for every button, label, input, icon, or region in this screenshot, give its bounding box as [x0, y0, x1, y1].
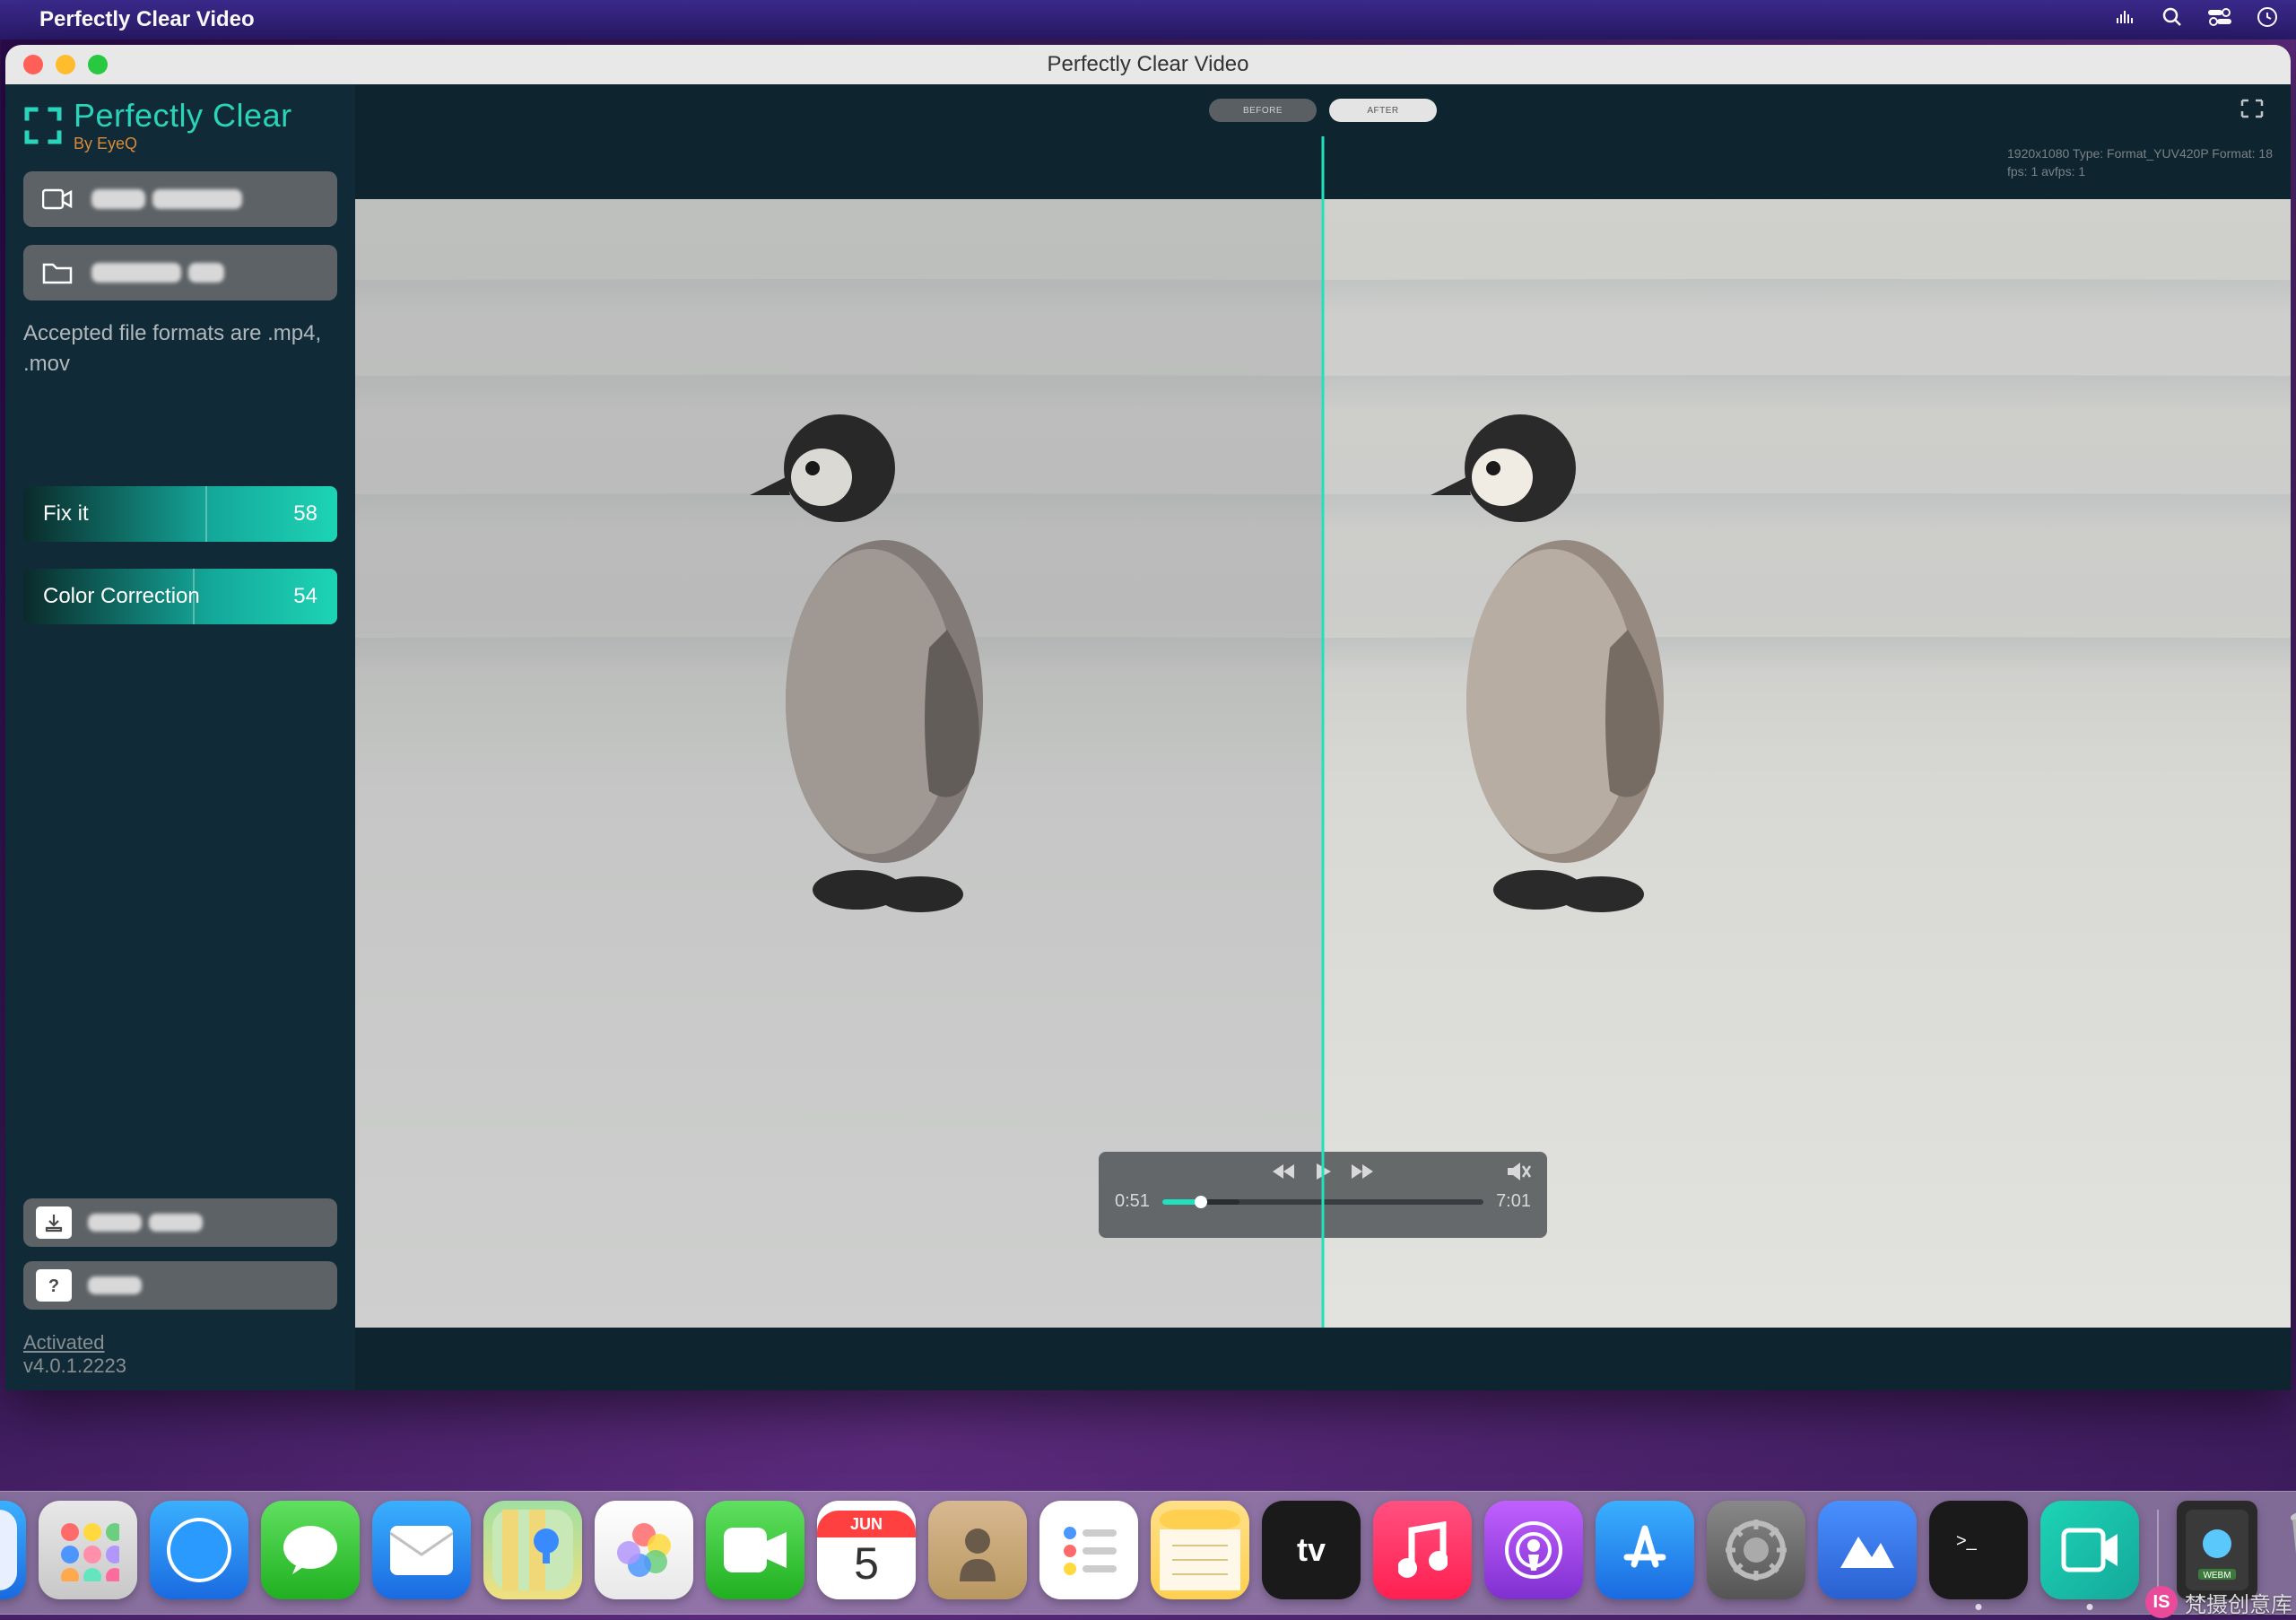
dock-recent-file[interactable]: WEBM: [2177, 1501, 2257, 1599]
dock-messages[interactable]: [261, 1501, 360, 1599]
dock-perfectly-clear-video[interactable]: [2040, 1501, 2139, 1599]
compare-toolbar: BEFORE AFTER: [355, 84, 2291, 136]
logo-sub-text: By EyeQ: [74, 135, 292, 153]
penguin-after: [1377, 379, 1735, 935]
rewind-button[interactable]: [1271, 1161, 1296, 1182]
wifi-icon[interactable]: [2113, 7, 2136, 33]
open-camera-button[interactable]: [23, 171, 337, 227]
dock-trash[interactable]: [2270, 1501, 2296, 1599]
format-hint: Accepted file formats are .mp4, .mov: [23, 318, 337, 379]
dock-contacts[interactable]: [928, 1501, 1027, 1599]
camera-icon: [41, 183, 74, 215]
before-half: [355, 136, 1323, 1328]
logo-main-text: Perfectly Clear: [74, 97, 292, 135]
video-compare-area: 0:51 7:01 1920x1080 Type: For: [355, 136, 2291, 1390]
dock-app-blue[interactable]: [1818, 1501, 1917, 1599]
forward-button[interactable]: [1350, 1161, 1375, 1182]
after-half: [1323, 136, 2291, 1328]
watermark-badge: IS: [2145, 1586, 2178, 1618]
app-window: Perfectly Clear Video Perfectly Clear By…: [5, 45, 2291, 1390]
dock-appletv[interactable]: tv: [1262, 1501, 1361, 1599]
video-frame: 0:51 7:01: [355, 136, 2291, 1328]
after-toggle[interactable]: AFTER: [1329, 99, 1437, 122]
window-maximize-button[interactable]: [88, 55, 108, 74]
activated-label[interactable]: Activated: [23, 1331, 337, 1354]
dock-reminders[interactable]: [1039, 1501, 1138, 1599]
app-logo: Perfectly Clear By EyeQ: [23, 97, 337, 153]
dock-calendar[interactable]: JUN 5: [817, 1501, 916, 1599]
dock-safari[interactable]: [150, 1501, 248, 1599]
choose-file-button[interactable]: [23, 245, 337, 300]
calendar-month: JUN: [817, 1511, 916, 1537]
dock-podcasts[interactable]: [1484, 1501, 1583, 1599]
duration-time: 7:01: [1496, 1191, 1531, 1212]
save-file-button[interactable]: [23, 1198, 337, 1247]
compare-divider-line[interactable]: [1322, 136, 1325, 1328]
fix-it-label: Fix it: [43, 501, 89, 527]
color-correction-value: 54: [293, 584, 317, 609]
control-center-icon[interactable]: [2208, 7, 2231, 32]
window-titlebar: Perfectly Clear Video: [5, 45, 2291, 84]
menubar-app-name[interactable]: Perfectly Clear Video: [39, 7, 255, 32]
dock-appstore[interactable]: [1596, 1501, 1694, 1599]
help-icon: ?: [36, 1269, 72, 1302]
svg-text:>_: >_: [1956, 1531, 1978, 1551]
choose-file-label: [91, 263, 224, 283]
color-correction-label: Color Correction: [43, 584, 200, 609]
window-title: Perfectly Clear Video: [1048, 52, 1249, 77]
current-time: 0:51: [1115, 1191, 1150, 1212]
dock-settings[interactable]: [1707, 1501, 1805, 1599]
help-label: [88, 1276, 142, 1294]
search-icon[interactable]: [2161, 6, 2183, 34]
fix-it-slider[interactable]: Fix it 58: [23, 486, 337, 542]
dock-mail[interactable]: [372, 1501, 471, 1599]
macos-menubar: Perfectly Clear Video: [0, 0, 2296, 39]
open-camera-label: [91, 189, 242, 209]
fix-it-value: 58: [293, 501, 317, 527]
folder-icon: [41, 257, 74, 289]
download-icon: [36, 1206, 72, 1239]
dock-music[interactable]: [1373, 1501, 1472, 1599]
penguin-before: [696, 379, 1055, 935]
mute-button[interactable]: [1506, 1161, 1531, 1182]
help-button[interactable]: ?: [23, 1261, 337, 1310]
svg-text:?: ?: [48, 1276, 59, 1296]
main-area: BEFORE AFTER: [355, 84, 2291, 1390]
dock: JUN 5 tv >_: [0, 1491, 2296, 1615]
before-toggle[interactable]: BEFORE: [1209, 99, 1317, 122]
dock-maps[interactable]: [483, 1501, 582, 1599]
fullscreen-icon[interactable]: [2240, 99, 2264, 118]
dock-notes[interactable]: [1151, 1501, 1249, 1599]
watermark-text: 梵摄创意库: [2185, 1587, 2292, 1618]
watermark: IS 梵摄创意库: [2145, 1586, 2292, 1618]
window-close-button[interactable]: [23, 55, 43, 74]
window-minimize-button[interactable]: [56, 55, 75, 74]
dock-photos[interactable]: [595, 1501, 693, 1599]
clock-icon[interactable]: [2257, 6, 2278, 34]
version-label: v4.0.1.2223: [23, 1354, 337, 1378]
dock-facetime[interactable]: [706, 1501, 804, 1599]
dock-finder[interactable]: [0, 1501, 26, 1599]
save-file-label: [88, 1214, 203, 1232]
sidebar: Perfectly Clear By EyeQ Accepted file fo…: [5, 84, 355, 1390]
video-metadata: 1920x1080 Type: Format_YUV420P Format: 1…: [2007, 145, 2273, 180]
timeline-thumb[interactable]: [1195, 1196, 1207, 1208]
calendar-day: 5: [854, 1537, 879, 1590]
dock-launchpad[interactable]: [39, 1501, 137, 1599]
logo-icon: [23, 106, 63, 145]
dock-terminal[interactable]: >_: [1929, 1501, 2028, 1599]
color-correction-slider[interactable]: Color Correction 54: [23, 569, 337, 624]
svg-text:WEBM: WEBM: [2203, 1571, 2231, 1581]
